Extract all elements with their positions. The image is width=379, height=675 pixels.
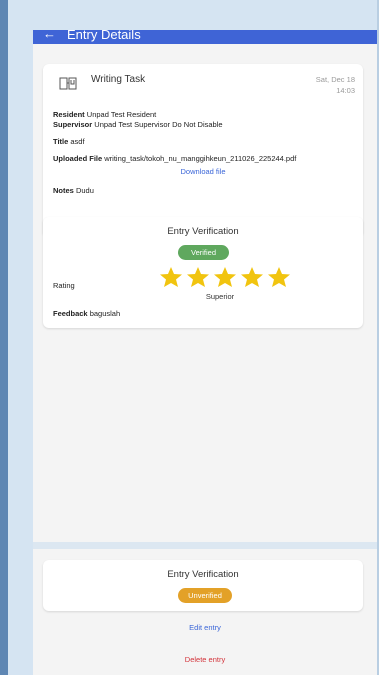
star-icon <box>160 267 182 287</box>
screen-divider <box>33 542 377 549</box>
second-screen: Entry Verification Unverified Edit entry… <box>33 549 377 675</box>
rating-stars <box>159 266 291 288</box>
rating-label: Rating <box>53 281 75 290</box>
delete-entry-button[interactable]: Delete entry <box>33 655 377 664</box>
feedback-value: baguslah <box>89 309 121 318</box>
star-icon <box>214 267 236 287</box>
left-edge-bar <box>0 0 8 675</box>
uploaded-file-value: writing_task/tokoh_nu_manggihkeun_211026… <box>104 154 297 163</box>
entry-date-day: Sat, Dec 18 <box>315 75 355 84</box>
resident-value: Unpad Test Resident <box>86 110 157 119</box>
entry-date-time: 14:03 <box>336 86 355 95</box>
star-icon <box>268 267 290 287</box>
download-file-link[interactable]: Download file <box>43 167 363 176</box>
verification-card: Entry Verification Verified Rating Super… <box>43 217 363 328</box>
supervisor-row: Supervisor Unpad Test Supervisor Do Not … <box>53 120 223 129</box>
entry-card: Writing Task Sat, Dec 18 14:03 Resident … <box>43 64 363 237</box>
notes-value: Dudu <box>75 186 94 195</box>
entry-date: Sat, Dec 18 14:03 <box>316 74 355 96</box>
uploaded-file-row: Uploaded File writing_task/tokoh_nu_mang… <box>53 154 296 163</box>
feedback-row: Feedback baguslah <box>53 309 120 318</box>
status-badge: Verified <box>178 245 229 260</box>
supervisor-label: Supervisor <box>53 120 93 129</box>
feedback-label: Feedback <box>53 309 88 318</box>
verification-card-unverified: Entry Verification Unverified <box>43 560 363 611</box>
app-bar: ← Entry Details <box>33 30 377 44</box>
star-icon <box>241 267 263 287</box>
uploaded-file-label: Uploaded File <box>53 154 103 163</box>
title-label: Title <box>53 137 69 146</box>
title-value: asdf <box>70 137 85 146</box>
page-title: Entry Details <box>67 30 141 42</box>
rating-value: Superior <box>205 292 235 301</box>
unverified-badge: Unverified <box>178 588 232 603</box>
star-icon <box>187 267 209 287</box>
window-frame: ← Entry Details Writing Task Sat, Dec 18… <box>0 0 379 675</box>
supervisor-value: Unpad Test Supervisor Do Not Disable <box>94 120 223 129</box>
verification-title: Entry Verification <box>167 226 239 237</box>
phone-screen: ← Entry Details Writing Task Sat, Dec 18… <box>33 30 377 675</box>
resident-row: Resident Unpad Test Resident <box>53 110 156 119</box>
notes-row: Notes Dudu <box>53 186 94 195</box>
notes-label: Notes <box>53 186 74 195</box>
entry-type-title: Writing Task <box>91 74 146 85</box>
verification-title-2: Entry Verification <box>167 569 239 580</box>
resident-label: Resident <box>53 110 85 119</box>
edit-entry-button[interactable]: Edit entry <box>33 623 377 632</box>
book-icon <box>59 77 77 90</box>
title-row: Title asdf <box>53 137 85 146</box>
arrow-left-icon[interactable]: ← <box>43 30 56 41</box>
